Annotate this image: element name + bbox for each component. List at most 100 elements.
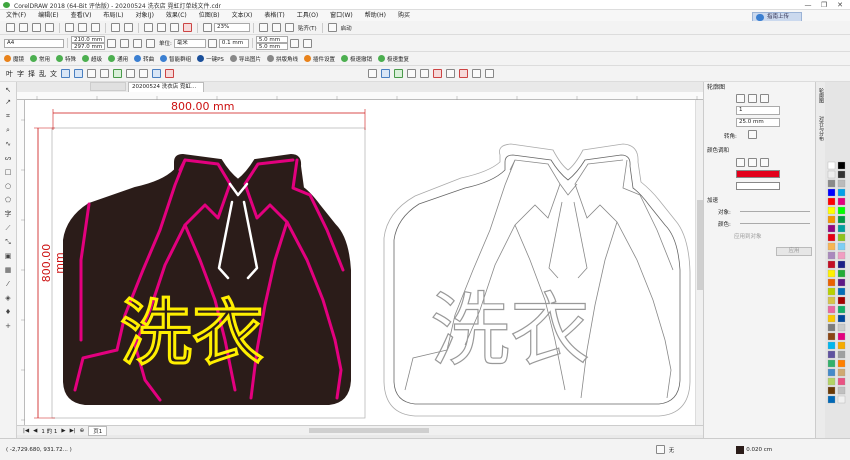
minimize-button[interactable]: — [800,0,816,10]
print-icon[interactable] [45,23,54,32]
contour-steps-field[interactable]: 1 [736,106,780,115]
menu-help[interactable]: 帮助(H) [359,10,392,21]
plugin-magic-mirror[interactable]: 魔镜 [4,55,24,63]
next-page-icon[interactable]: ▶ [61,428,65,434]
freehand-tool-icon[interactable]: ∿ [3,140,13,149]
add-tool-icon[interactable]: + [3,322,13,331]
page-options-icon[interactable] [302,38,312,48]
menu-text[interactable]: 文本(X) [226,10,259,21]
neon-sign-design[interactable]: 洗衣 [63,153,351,405]
plugin-export-image[interactable]: 导出图片 [229,55,261,63]
restore-button[interactable]: ❐ [816,0,832,10]
menu-edit[interactable]: 编辑(E) [32,10,64,21]
plugin-common[interactable]: 常用 [30,55,50,63]
tool-ye[interactable]: 叶 [6,69,13,79]
tool-i-icon[interactable] [165,69,174,78]
rectangle-tool-icon[interactable]: □ [3,168,13,177]
blend-linear-icon[interactable] [736,158,745,167]
shape-tool-icon[interactable]: ↗ [3,98,13,107]
plugin-fast-undo[interactable]: 极速撤销 [340,55,372,63]
tool-h-icon[interactable] [152,69,161,78]
open-icon[interactable] [19,23,28,32]
tool-m-icon[interactable] [407,69,416,78]
tool-c-icon[interactable] [87,69,96,78]
tool-q-icon[interactable] [459,69,468,78]
fill-color-picker[interactable] [736,182,780,190]
smart-fill-icon[interactable]: ♦ [3,308,13,317]
prev-page-icon[interactable]: ◀ [33,428,37,434]
menu-window[interactable]: 窗口(W) [324,10,359,21]
menu-buy[interactable]: 购买 [392,10,416,21]
tool-r-icon[interactable] [472,69,481,78]
crop-tool-icon[interactable]: ⌗ [3,112,13,121]
text-tool-icon[interactable]: 字 [3,210,13,219]
export-icon[interactable] [170,23,179,32]
plugin-special[interactable]: 特殊 [56,55,76,63]
search-content-icon[interactable] [144,23,153,32]
cut-icon[interactable] [65,23,74,32]
tab-align-distribute[interactable]: 对齐与分布 [817,116,825,141]
ellipse-tool-icon[interactable]: ○ [3,182,13,191]
tool-f-icon[interactable] [126,69,135,78]
treat-as-filled-icon[interactable] [289,38,299,48]
current-page-icon[interactable] [146,38,155,48]
last-page-icon[interactable]: ▶| [70,428,76,434]
tool-ze[interactable]: 择 [28,69,35,79]
snap-to-dropdown[interactable]: 贴齐(T) [298,24,317,32]
page-height-field[interactable]: 297.0 mm [71,43,105,50]
tool-d-icon[interactable] [100,69,109,78]
outline-color-swatch[interactable] [736,445,745,454]
single-line-design[interactable]: 洗衣 [383,143,691,417]
tool-zi[interactable]: 字 [17,69,24,79]
plugin-smart-group[interactable]: 智能群组 [160,55,191,63]
tool-s-icon[interactable] [485,69,494,78]
add-page-icon[interactable]: ⊕ [80,428,85,434]
page-tab-1[interactable]: 页1 [88,425,108,436]
apply-button[interactable]: 应用 [776,247,812,256]
interactive-fill-icon[interactable]: ◈ [3,294,13,303]
launch-dropdown[interactable]: 启动 [341,24,352,32]
drawing-canvas[interactable]: 洗衣 洗衣 800.00 mm 800.00 mm [25,100,703,425]
pick-tool-icon[interactable]: ↖ [3,86,13,95]
grid-icon[interactable] [272,23,281,32]
blend-cw-icon[interactable] [748,158,757,167]
redo-icon[interactable] [124,23,133,32]
menu-effects[interactable]: 效果(C) [160,10,193,21]
menu-layout[interactable]: 布局(L) [97,10,129,21]
tool-l-icon[interactable] [394,69,403,78]
dup-y-field[interactable]: 5.0 mm [255,43,288,50]
fill-indicator-icon[interactable] [655,445,665,454]
tool-p-icon[interactable] [446,69,455,78]
horizontal-ruler[interactable] [17,92,703,100]
artistic-media-icon[interactable]: ᔕ [3,154,13,163]
rulers-icon[interactable] [259,23,268,32]
blend-ccw-icon[interactable] [760,158,769,167]
menu-table[interactable]: 表格(T) [258,10,290,21]
plugin-one-click-ps[interactable]: 一键PS [197,55,224,63]
contour-inside-icon[interactable] [748,94,757,103]
tool-j-icon[interactable] [368,69,377,78]
landscape-icon[interactable] [120,38,129,48]
new-doc-icon[interactable] [6,23,15,32]
plugin-fast-redo[interactable]: 极速重复 [377,55,409,63]
parallel-dimension-icon[interactable]: ⟋ [3,224,13,233]
tool-o-icon[interactable] [433,69,442,78]
save-icon[interactable] [32,23,41,32]
import-icon[interactable] [157,23,166,32]
zoom-tool-icon[interactable]: ⌕ [3,126,13,135]
undo-icon[interactable] [111,23,120,32]
first-page-icon[interactable]: |◀ [23,428,29,434]
vertical-ruler[interactable] [17,100,25,425]
menu-tools[interactable]: 工具(O) [291,10,324,21]
tool-e-icon[interactable] [113,69,122,78]
menu-file[interactable]: 文件(F) [0,10,32,21]
units-select[interactable]: 毫米 [173,38,206,48]
plugin-convert-curve[interactable]: 转曲 [134,55,154,63]
polygon-tool-icon[interactable]: ⬠ [3,196,13,205]
eyedropper-icon[interactable]: ⁄ [3,280,13,289]
plugin-settings[interactable]: 插件设置 [303,55,335,63]
tool-n-icon[interactable] [420,69,429,78]
guidelines-icon[interactable] [285,23,294,32]
vertical-scrollbar[interactable] [695,100,703,425]
connector-tool-icon[interactable]: ⤡ [3,238,13,247]
